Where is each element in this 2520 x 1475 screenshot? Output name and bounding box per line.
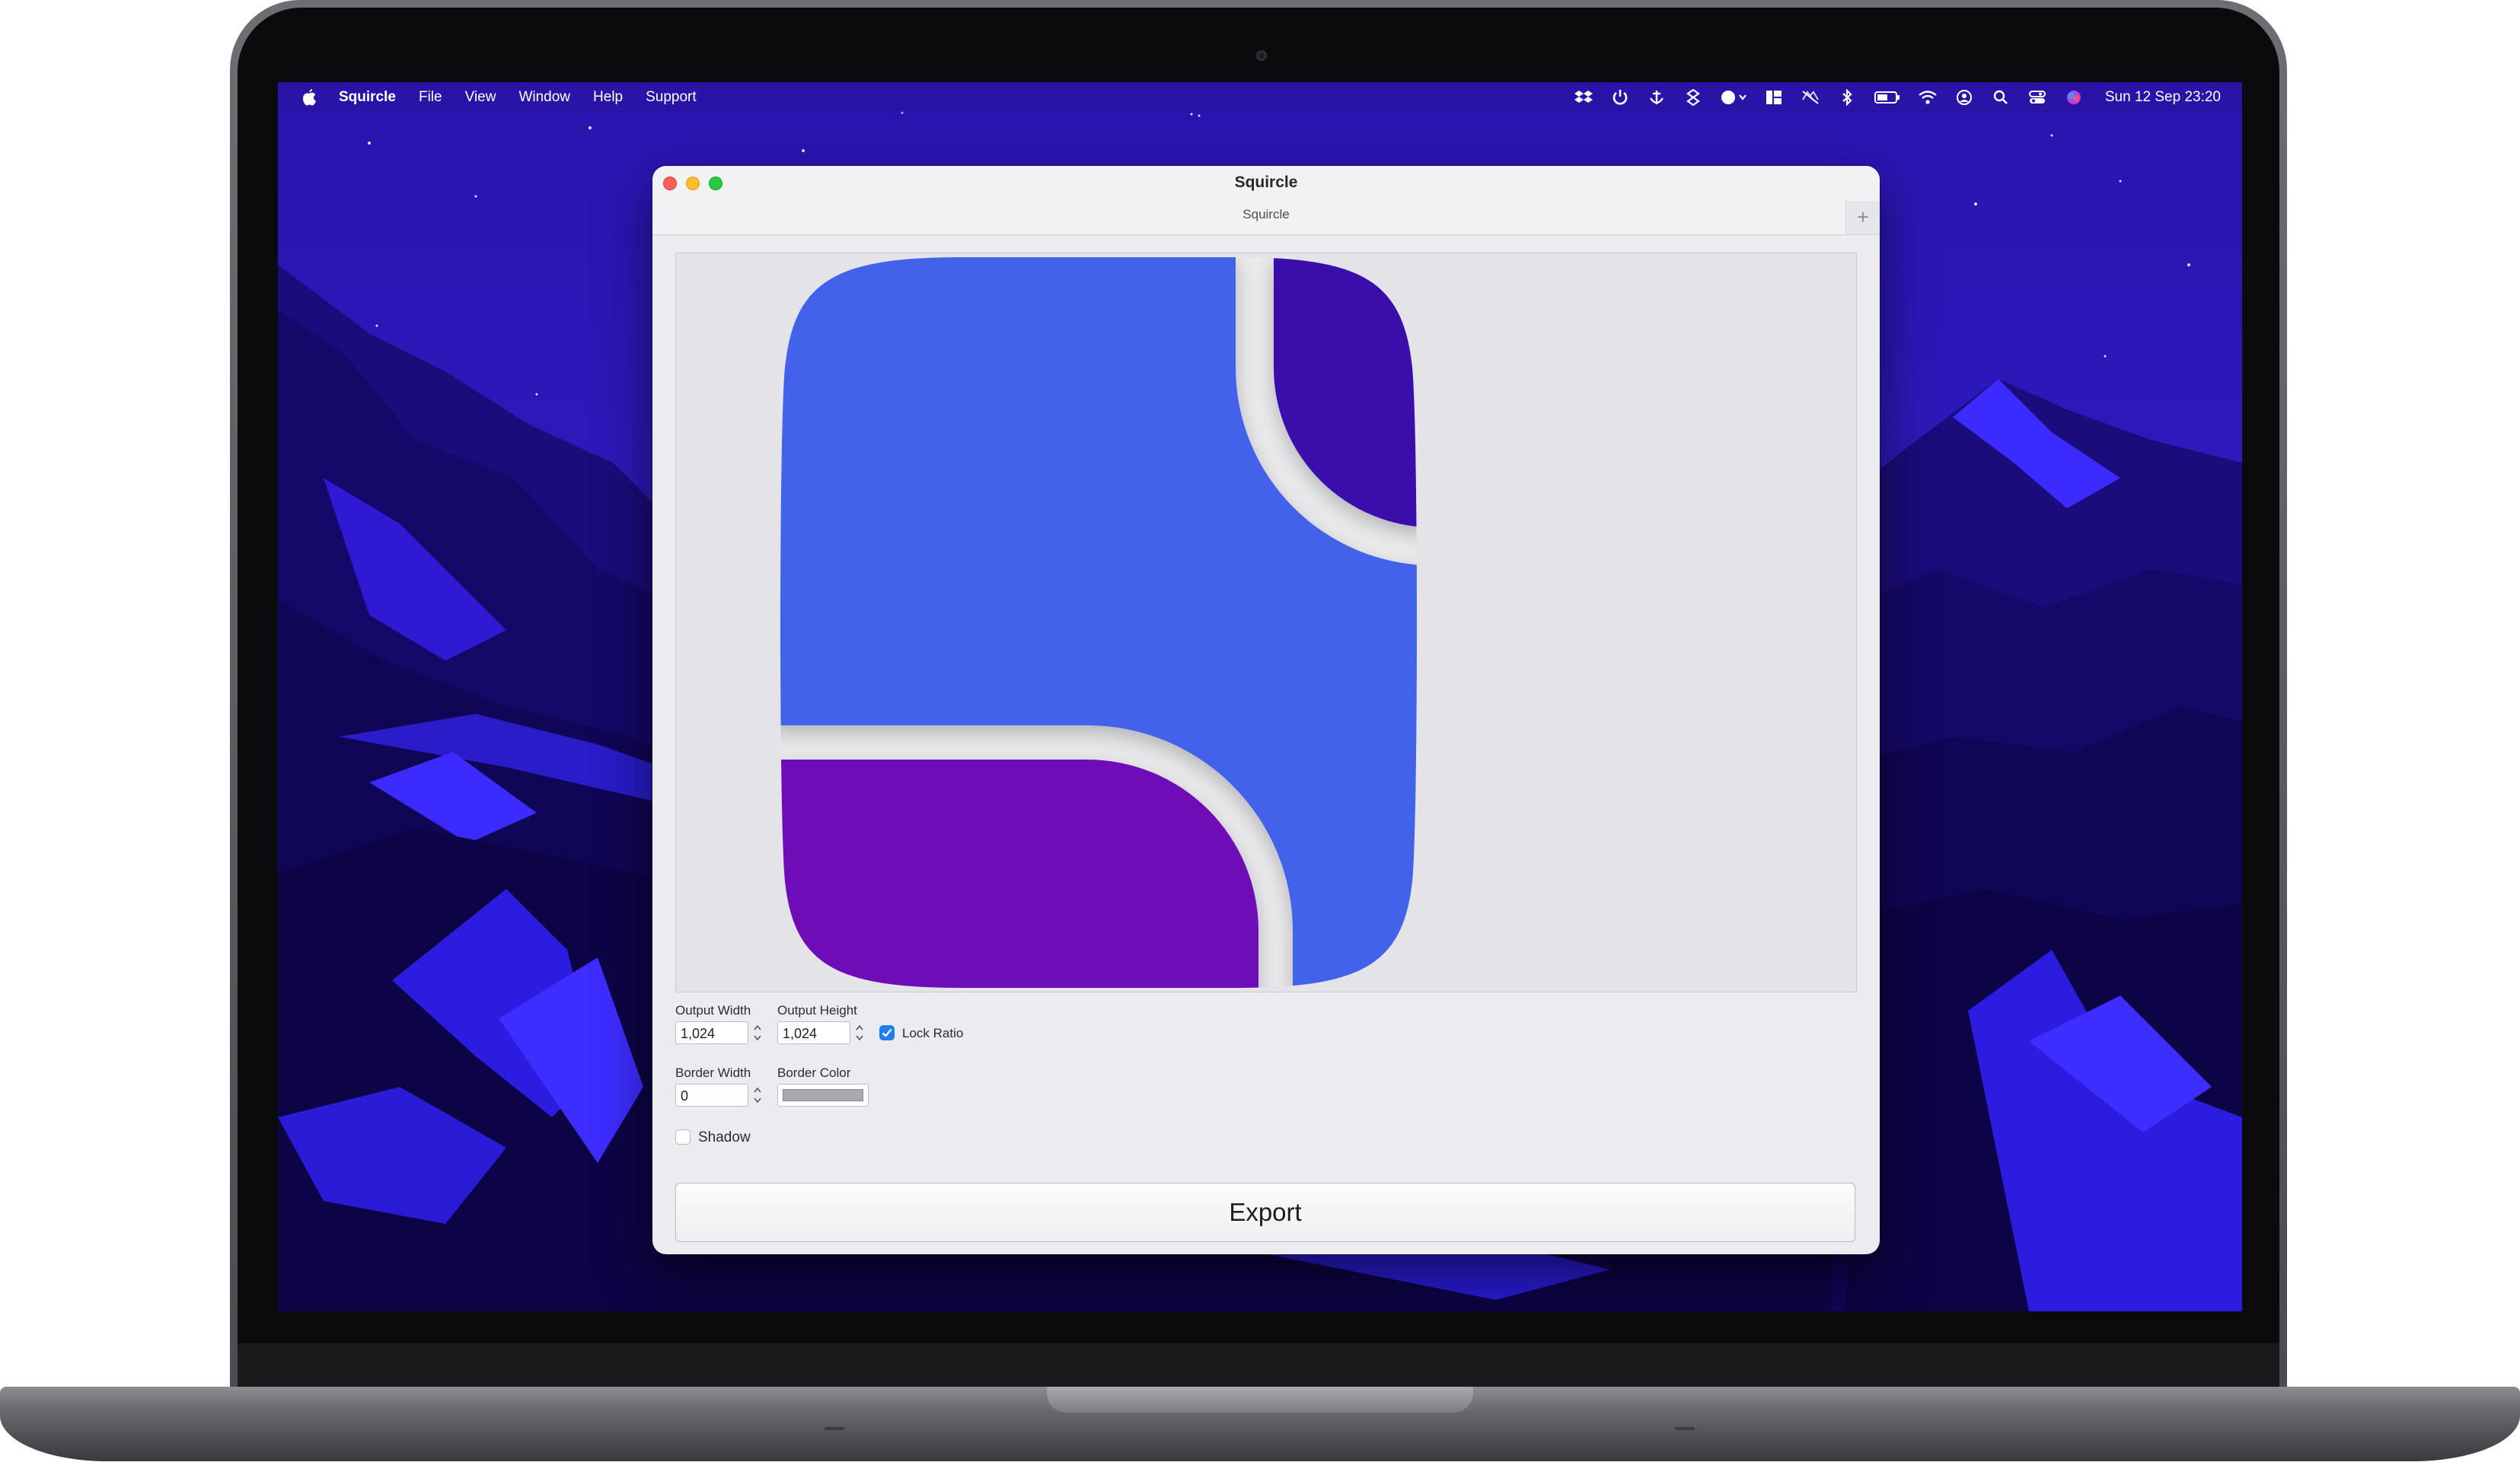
siri-icon[interactable]	[2064, 89, 2084, 106]
power-icon[interactable]	[1610, 89, 1630, 106]
menu-clock[interactable]: Sun 12 Sep 23:20	[2105, 89, 2221, 106]
device-mockup: Squircle File View Window Help Support S…	[0, 0, 2520, 1475]
menu-help[interactable]: Help	[593, 89, 623, 106]
foot-right	[1675, 1427, 1695, 1430]
screen-mirror-icon[interactable]	[1801, 89, 1820, 106]
new-tab-button[interactable]: +	[1845, 201, 1880, 234]
menu-app-name[interactable]: Squircle	[339, 89, 396, 106]
menu-support[interactable]: Support	[646, 89, 697, 106]
toggle-icon[interactable]	[1720, 89, 1747, 106]
menu-file[interactable]: File	[419, 89, 442, 106]
status-area: Sun 12 Sep 23:20	[1557, 82, 2221, 113]
border-color-label: Border Color	[777, 1066, 851, 1080]
export-button[interactable]: Export	[675, 1183, 1855, 1242]
output-width-stepper[interactable]	[751, 1021, 764, 1044]
tab-squircle[interactable]: Squircle	[652, 207, 1880, 222]
wifi-icon[interactable]	[1918, 89, 1938, 106]
output-height-field[interactable]: 1,024	[777, 1021, 850, 1044]
border-width-label: Border Width	[675, 1066, 751, 1080]
shadow-label[interactable]: Shadow	[698, 1129, 751, 1146]
squircle-icon-preview	[780, 257, 1417, 988]
dropbox-icon[interactable]	[1574, 89, 1593, 106]
shield-icon[interactable]	[1683, 89, 1703, 106]
desktop-screen: Squircle File View Window Help Support S…	[278, 82, 2242, 1311]
bluetooth-icon[interactable]	[1837, 89, 1857, 106]
apple-menu-icon[interactable]	[301, 88, 317, 107]
window-titlebar[interactable]: Squircle Squircle +	[652, 166, 1880, 235]
menu-view[interactable]: View	[465, 89, 496, 106]
border-color-swatch	[783, 1089, 863, 1101]
lock-ratio-checkbox[interactable]	[879, 1025, 895, 1040]
user-icon[interactable]	[1954, 89, 1974, 106]
menu-window[interactable]: Window	[518, 89, 570, 106]
output-width-label: Output Width	[675, 1003, 751, 1018]
squircle-window: Squircle Squircle + Output Width 1,024 O…	[652, 166, 1880, 1254]
icon-preview	[675, 253, 1857, 992]
laptop-hinge-notch	[1047, 1387, 1473, 1413]
window-title: Squircle	[1234, 174, 1298, 191]
battery-icon[interactable]	[1874, 89, 1901, 106]
control-center-icon[interactable]	[2027, 89, 2047, 106]
foot-left	[825, 1427, 844, 1430]
border-width-stepper[interactable]	[751, 1084, 764, 1107]
checkmark-icon	[882, 1028, 892, 1037]
spotlight-icon[interactable]	[1991, 89, 2011, 106]
camera-icon	[1256, 50, 1267, 61]
border-color-well[interactable]	[777, 1084, 869, 1107]
output-height-stepper[interactable]	[853, 1021, 866, 1044]
border-width-field[interactable]: 0	[675, 1084, 748, 1107]
shadow-checkbox[interactable]	[675, 1129, 691, 1145]
anchor-icon[interactable]	[1647, 89, 1667, 106]
lock-ratio-label[interactable]: Lock Ratio	[902, 1026, 963, 1041]
layout-icon[interactable]	[1764, 89, 1784, 106]
menu-bar: Squircle File View Window Help Support S…	[278, 82, 2242, 113]
output-width-field[interactable]: 1,024	[675, 1021, 748, 1044]
output-height-label: Output Height	[777, 1003, 857, 1018]
